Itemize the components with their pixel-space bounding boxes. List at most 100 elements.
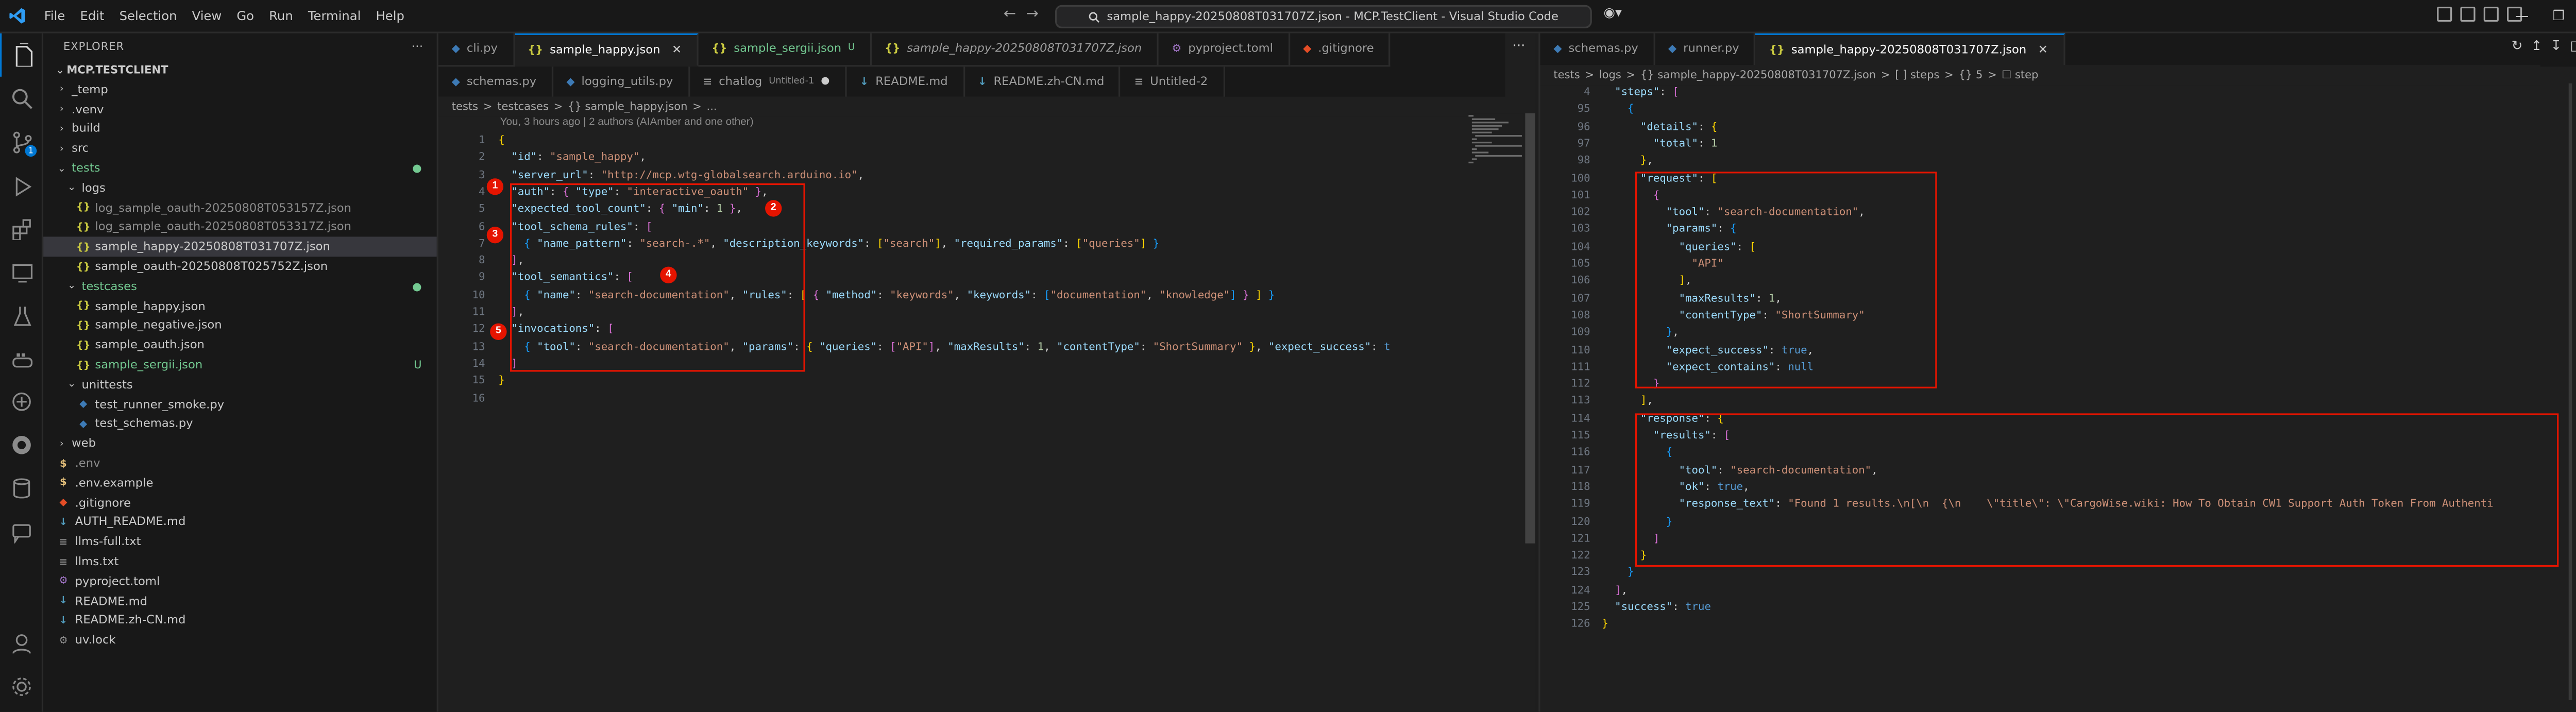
editor-tab[interactable]: ◆ schemas.py xyxy=(438,65,553,98)
run-debug-icon[interactable] xyxy=(0,163,43,207)
line-number: 124 xyxy=(1571,583,1590,597)
file-item[interactable]: {} sample_happy.json xyxy=(43,296,437,316)
extensions-icon[interactable] xyxy=(0,207,43,250)
breadcrumb-item[interactable]: logs xyxy=(1599,69,1621,82)
menu-help[interactable]: Help xyxy=(368,8,412,23)
folder-item[interactable]: ⌄ tests ● xyxy=(43,159,437,178)
toggle-primary-sidebar-icon[interactable] xyxy=(2437,6,2452,22)
file-item[interactable]: {} sample_oauth-20250808T025752Z.json xyxy=(43,257,437,277)
file-item[interactable]: {} log_sample_oauth-20250808T053317Z.json xyxy=(43,217,437,237)
breadcrumb-item[interactable]: testcases xyxy=(497,100,549,113)
github-icon[interactable] xyxy=(0,423,43,467)
breadcrumb-item[interactable]: {} 5 xyxy=(1958,69,1982,82)
folder-item[interactable]: › .venv xyxy=(43,99,437,119)
breadcrumb-item[interactable]: tests xyxy=(1553,69,1580,82)
editor-tab[interactable]: ◆ .gitignore xyxy=(1290,33,1391,66)
editor-tab[interactable]: {} sample_happy.json ✕ xyxy=(514,33,699,66)
toggle-secondary-sidebar-icon[interactable] xyxy=(2483,6,2499,22)
file-item[interactable]: ⚙ uv.lock xyxy=(43,631,437,650)
search-icon[interactable] xyxy=(0,77,43,120)
file-item[interactable]: ↓ AUTH_README.md xyxy=(43,513,437,532)
editor-tab[interactable]: ◆ runner.py xyxy=(1655,33,1756,66)
toggle-panel-icon[interactable] xyxy=(2460,6,2476,22)
file-item[interactable]: $ .env xyxy=(43,453,437,473)
split-editor-icon[interactable]: ◫ xyxy=(2570,38,2576,53)
database-icon[interactable] xyxy=(0,467,43,510)
live-share-icon[interactable] xyxy=(0,380,43,423)
file-item[interactable]: ◆ test_schemas.py xyxy=(43,414,437,434)
editor-tab[interactable]: ⚙ pyproject.toml xyxy=(1158,33,1290,66)
source-control-icon[interactable]: 1 xyxy=(0,120,43,163)
editor-tab[interactable]: ◆ cli.py xyxy=(438,33,515,66)
file-item[interactable]: ≡ llms-full.txt xyxy=(43,532,437,552)
next-change-icon[interactable]: ↧ xyxy=(2550,38,2562,53)
file-item[interactable]: ↓ README.md xyxy=(43,591,437,611)
folder-item[interactable]: ⌄ logs xyxy=(43,178,437,198)
forward-arrow-icon[interactable]: → xyxy=(1026,7,1039,23)
editor-tab[interactable]: {} sample_happy-20250808T031707Z.json ✕ xyxy=(1756,33,2065,66)
editor-tab[interactable]: ≡ Untitled-2 xyxy=(1121,65,1225,98)
unsaved-dot-icon[interactable]: ● xyxy=(821,75,829,87)
menu-view[interactable]: View xyxy=(184,8,229,23)
restore-icon[interactable]: ❐ xyxy=(2540,0,2576,33)
menu-terminal[interactable]: Terminal xyxy=(300,8,368,23)
editor-tab[interactable]: ↓ README.zh-CN.md xyxy=(964,65,1121,98)
project-root[interactable]: ⌄ MCP.TESTCLIENT xyxy=(43,60,437,80)
copilot-icon[interactable]: ◉▾ xyxy=(1603,5,1622,20)
menu-go[interactable]: Go xyxy=(229,8,262,23)
copilot-chat-icon[interactable] xyxy=(0,510,43,553)
file-item[interactable]: {} sample_negative.json xyxy=(43,316,437,335)
close-icon[interactable]: ✕ xyxy=(672,43,682,56)
folder-item[interactable]: › _temp xyxy=(43,80,437,99)
file-item[interactable]: ◆ test_runner_smoke.py xyxy=(43,395,437,414)
tab-label: logging_utils.py xyxy=(581,74,673,88)
open-changes-icon[interactable]: ↻ xyxy=(2512,38,2523,53)
folder-item[interactable]: › src xyxy=(43,139,437,159)
breadcrumb-item[interactable]: {} sample_happy.json xyxy=(568,100,687,113)
accounts-icon[interactable] xyxy=(0,622,43,665)
file-item[interactable]: {} log_sample_oauth-20250808T053157Z.json xyxy=(43,198,437,217)
folder-item[interactable]: › web xyxy=(43,434,437,453)
breadcrumb-item[interactable]: [ ] steps xyxy=(1895,69,1939,82)
editor-tab[interactable]: ◆ schemas.py xyxy=(1540,33,1655,66)
breadcrumb-item[interactable]: tests xyxy=(452,100,478,113)
editor-tab[interactable]: {} sample_sergii.json U xyxy=(698,33,872,66)
more-actions-icon[interactable]: ··· xyxy=(412,40,423,54)
docker-icon[interactable] xyxy=(0,337,43,380)
previous-change-icon[interactable]: ↥ xyxy=(2531,38,2543,53)
vertical-scrollbar[interactable] xyxy=(2568,83,2572,700)
editor-tab[interactable]: ↓ README.md xyxy=(846,65,965,98)
editor-tab[interactable]: ≡ chatlog Untitled-1 ● xyxy=(689,65,846,98)
close-icon[interactable]: ✕ xyxy=(2038,43,2048,56)
file-item[interactable]: {} sample_oauth.json xyxy=(43,335,437,355)
code-line: "total": 1 xyxy=(1602,135,1718,152)
remote-explorer-icon[interactable] xyxy=(0,250,43,293)
file-item[interactable]: ↓ README.zh-CN.md xyxy=(43,611,437,631)
menu-selection[interactable]: Selection xyxy=(112,8,184,23)
folder-item[interactable]: › build xyxy=(43,120,437,139)
editor-tab[interactable]: {} sample_happy-20250808T031707Z.json xyxy=(871,33,1159,66)
folder-item[interactable]: ⌄ testcases ● xyxy=(43,277,437,296)
back-arrow-icon[interactable]: ← xyxy=(1004,7,1016,23)
command-center[interactable]: sample_happy-20250808T031707Z.json - MCP… xyxy=(1055,5,1592,29)
breadcrumb-item[interactable]: ... xyxy=(707,100,717,113)
menu-edit[interactable]: Edit xyxy=(73,8,112,23)
file-item[interactable]: {} sample_sergii.json U xyxy=(43,355,437,375)
file-item[interactable]: {} sample_happy-20250808T031707Z.json xyxy=(43,237,437,257)
explorer-icon[interactable] xyxy=(0,33,43,77)
file-item[interactable]: $ .env.example xyxy=(43,473,437,493)
editor-tab[interactable]: ◆ logging_utils.py xyxy=(553,65,690,98)
file-item[interactable]: ⚙ pyproject.toml xyxy=(43,571,437,591)
breadcrumb-item[interactable]: {} sample_happy-20250808T031707Z.json xyxy=(1640,69,1876,82)
vertical-scrollbar[interactable] xyxy=(1525,113,1535,544)
file-item[interactable]: ◆ .gitignore xyxy=(43,493,437,513)
file-item[interactable]: ≡ llms.txt xyxy=(43,552,437,571)
minimize-icon[interactable]: — xyxy=(2504,0,2540,33)
menu-run[interactable]: Run xyxy=(262,8,301,23)
folder-item[interactable]: ⌄ unittests xyxy=(43,375,437,395)
gear-icon[interactable] xyxy=(0,665,43,708)
testing-icon[interactable] xyxy=(0,293,43,336)
breadcrumb-item[interactable]: ☐ step xyxy=(2002,69,2038,82)
menu-file[interactable]: File xyxy=(37,8,73,23)
more-actions-icon[interactable]: ··· xyxy=(1513,38,1526,53)
